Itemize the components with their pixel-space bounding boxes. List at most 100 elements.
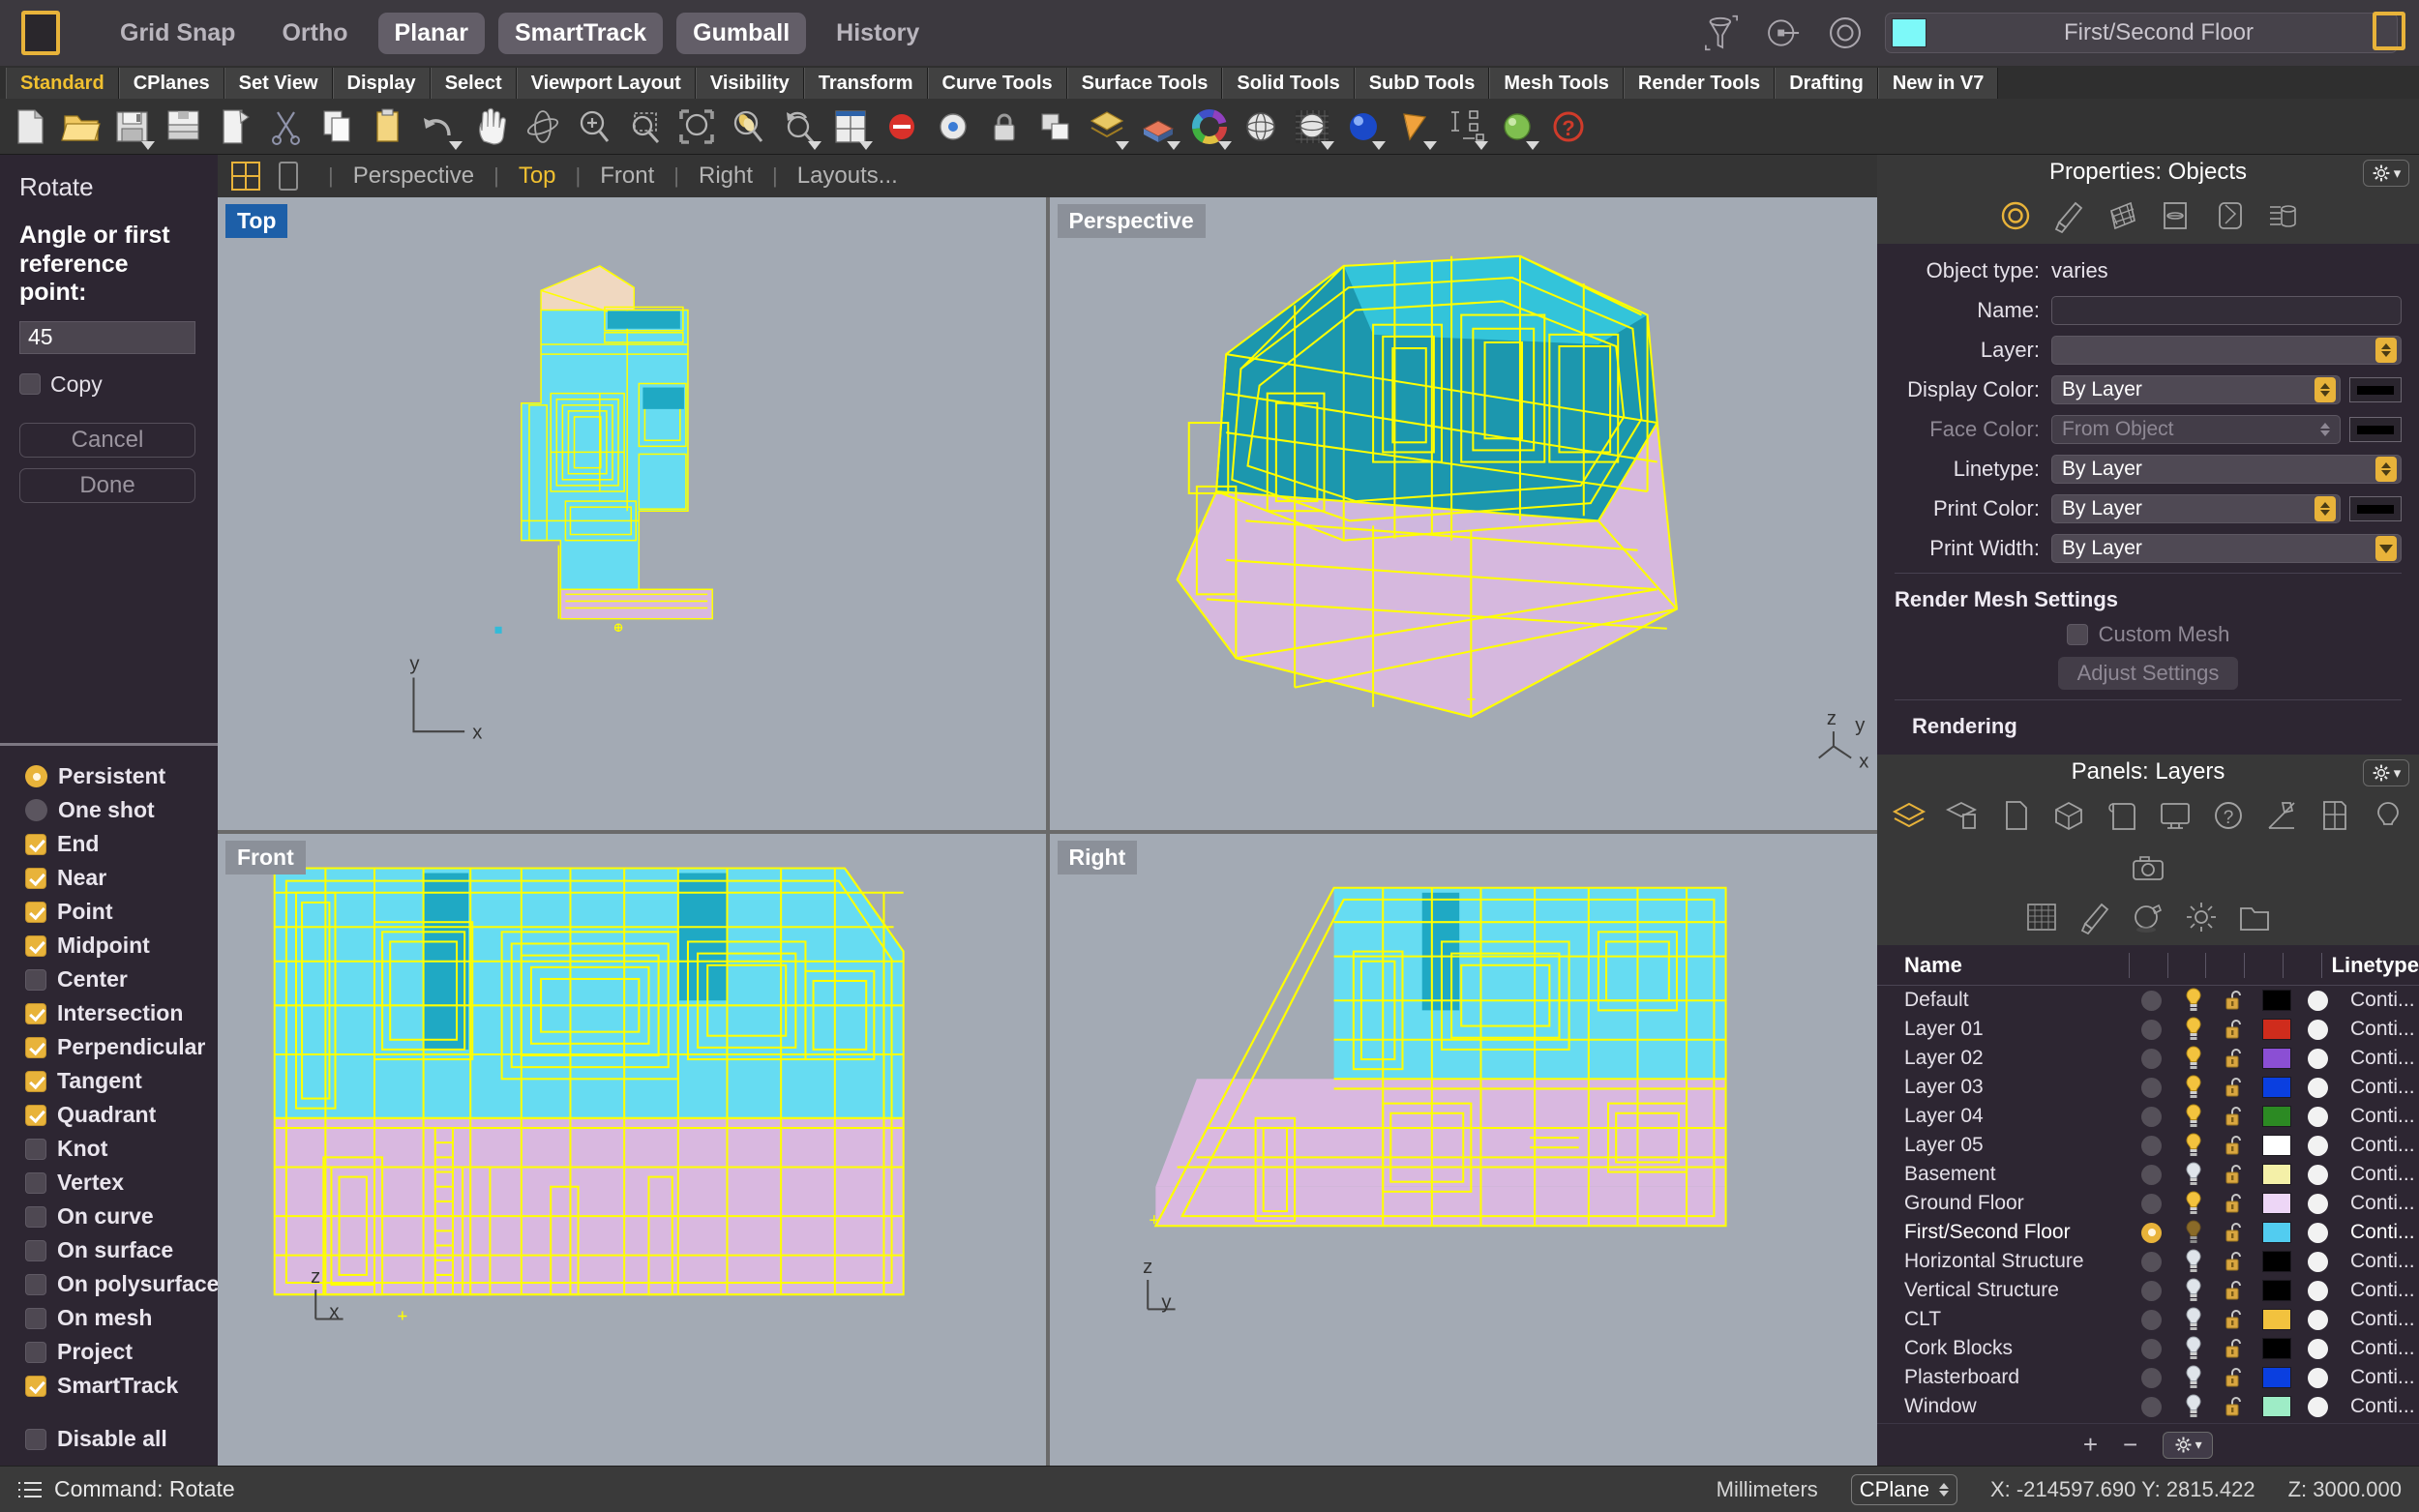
layer-material-dot[interactable] <box>2297 1338 2339 1359</box>
layer-name[interactable]: Vertical Structure <box>1877 1279 2131 1302</box>
layer-current-toggle[interactable] <box>2131 1367 2172 1388</box>
open-file-icon[interactable] <box>57 103 105 151</box>
layer-current-toggle[interactable] <box>2131 1048 2172 1069</box>
prop-name[interactable]: Name: <box>1895 295 2402 326</box>
layer-linetype[interactable]: Conti... <box>2339 1279 2419 1302</box>
toggle-planar[interactable]: Planar <box>377 12 485 54</box>
named-views-icon[interactable] <box>2102 795 2142 836</box>
layer-row[interactable]: Cork Blocks Conti... <box>1877 1334 2419 1363</box>
layer-lock-icon[interactable] <box>2214 989 2255 1012</box>
one-shot-radio[interactable] <box>25 799 47 821</box>
zoom-selected-icon[interactable] <box>724 103 772 151</box>
viewport-top[interactable]: Top y x <box>218 197 1046 830</box>
prop-print-width[interactable]: Print Width: By Layer <box>1895 533 2402 564</box>
layer-visibility-bulb-icon[interactable] <box>2172 1046 2214 1071</box>
filter-icon[interactable] <box>1699 11 1744 55</box>
layer-linetype[interactable]: Conti... <box>2339 1134 2419 1157</box>
remove-layer-button[interactable]: − <box>2123 1430 2137 1460</box>
current-layer-chip[interactable]: First/Second Floor <box>1885 13 2398 53</box>
layer-lock-icon[interactable] <box>2214 1366 2255 1389</box>
osnap-smarttrack-checkbox[interactable] <box>25 1375 46 1397</box>
layers-col-name[interactable]: Name <box>1877 953 2129 978</box>
layer-material-dot[interactable] <box>2297 1251 2339 1272</box>
layer-linetype[interactable]: Conti... <box>2339 1337 2419 1360</box>
color-wheel-icon[interactable] <box>1185 103 1234 151</box>
toggle-ortho[interactable]: Ortho <box>265 13 364 54</box>
tab-cplanes[interactable]: CPlanes <box>118 68 224 99</box>
layer-lock-icon[interactable] <box>2214 1192 2255 1215</box>
layer-material-dot[interactable] <box>2297 1106 2339 1127</box>
layer-color-swatch[interactable] <box>2255 1338 2297 1360</box>
layer-visibility-bulb-icon[interactable] <box>2172 1365 2214 1390</box>
layer-material-dot[interactable] <box>2297 1280 2339 1301</box>
display-monitor-icon[interactable] <box>2155 795 2195 836</box>
layer-color-swatch[interactable] <box>2255 1280 2297 1302</box>
tab-transform[interactable]: Transform <box>803 68 928 99</box>
osnap-knot-checkbox[interactable] <box>25 1138 46 1160</box>
save-all-icon[interactable] <box>160 103 208 151</box>
layer-visibility-bulb-icon[interactable] <box>2172 1394 2214 1419</box>
tab-standard[interactable]: Standard <box>6 68 119 99</box>
layer-stepper-icon[interactable] <box>2375 338 2397 364</box>
layer-visibility-bulb-icon[interactable] <box>2172 1307 2214 1332</box>
layer-color-swatch[interactable] <box>2255 1106 2297 1128</box>
angle-input[interactable] <box>19 320 195 354</box>
sun-icon[interactable] <box>2181 897 2222 937</box>
layer-current-toggle[interactable] <box>2131 1396 2172 1417</box>
layer-current-toggle[interactable] <box>2131 1338 2172 1359</box>
zoom-previous-icon[interactable] <box>775 103 823 151</box>
layer-name[interactable]: Plasterboard <box>1877 1366 2131 1389</box>
lock-objects-icon[interactable] <box>980 103 1029 151</box>
osnap-midpoint[interactable]: Midpoint <box>25 929 218 963</box>
layer-lock-icon[interactable] <box>2214 1076 2255 1099</box>
layer-color-swatch[interactable] <box>2255 1077 2297 1099</box>
properties-gear-button[interactable]: ▾ <box>2363 160 2409 187</box>
camera-cone-icon[interactable] <box>1390 103 1439 151</box>
layer-current-toggle[interactable] <box>2131 1280 2172 1301</box>
single-view-layout-icon[interactable] <box>272 160 305 193</box>
layer-row[interactable]: Layer 02 Conti... <box>1877 1044 2419 1073</box>
viewport-tab-right[interactable]: Right <box>693 163 759 190</box>
layer-material-dot[interactable] <box>2297 990 2339 1011</box>
layer-linetype[interactable]: Conti... <box>2339 1250 2419 1273</box>
layers-panel-icon[interactable] <box>1889 795 1929 836</box>
osnap-on-curve[interactable]: On curve <box>25 1200 218 1233</box>
viewport-tab-front[interactable]: Front <box>594 163 660 190</box>
osnap-perpendicular[interactable]: Perpendicular <box>25 1030 218 1064</box>
osnap-vertex-checkbox[interactable] <box>25 1171 46 1194</box>
layer-name[interactable]: Cork Blocks <box>1877 1337 2131 1360</box>
layer-row[interactable]: Layer 05 Conti... <box>1877 1131 2419 1160</box>
layer-name[interactable]: Horizontal Structure <box>1877 1250 2131 1273</box>
layer-lock-icon[interactable] <box>2214 1221 2255 1244</box>
layer-visibility-bulb-icon[interactable] <box>2172 1075 2214 1100</box>
material-brush-icon-2[interactable] <box>2075 897 2115 937</box>
osnap-center-checkbox[interactable] <box>25 968 46 991</box>
tab-select[interactable]: Select <box>430 68 517 99</box>
tab-surface-tools[interactable]: Surface Tools <box>1066 68 1223 99</box>
layer-color-swatch[interactable] <box>2255 1193 2297 1215</box>
viewport-front[interactable]: Front z x <box>218 833 1046 1466</box>
tab-viewport-layout[interactable]: Viewport Layout <box>516 68 696 99</box>
help-icon[interactable]: ? <box>1544 103 1593 151</box>
linetype-stepper-icon[interactable] <box>2375 457 2397 483</box>
prop-print-color[interactable]: Print Color: By Layer <box>1895 493 2402 524</box>
print-icon[interactable] <box>211 103 259 151</box>
add-layer-button[interactable]: + <box>2083 1430 2098 1460</box>
layer-linetype[interactable]: Conti... <box>2339 1076 2419 1099</box>
object-properties-icon[interactable] <box>1995 195 2036 236</box>
layer-color-swatch[interactable] <box>2255 1135 2297 1157</box>
layer-row[interactable]: Default Conti... <box>1877 986 2419 1015</box>
viewport-layout-4-icon[interactable] <box>826 103 875 151</box>
layer-current-toggle[interactable] <box>2131 1251 2172 1272</box>
layer-material-dot[interactable] <box>2297 1077 2339 1098</box>
viewport-top-label[interactable]: Top <box>225 204 288 238</box>
four-view-layout-icon[interactable] <box>229 160 262 193</box>
layer-lock-icon[interactable] <box>2214 1018 2255 1041</box>
layer-color-swatch[interactable] <box>2255 1222 2297 1244</box>
layer-material-dot[interactable] <box>2297 1222 2339 1243</box>
osnap-project[interactable]: Project <box>25 1335 218 1369</box>
layer-visibility-bulb-icon[interactable] <box>2172 1191 2214 1216</box>
osnap-tangent-checkbox[interactable] <box>25 1070 46 1092</box>
layer-visibility-bulb-icon[interactable] <box>2172 1220 2214 1245</box>
layer-linetype[interactable]: Conti... <box>2339 1221 2419 1244</box>
